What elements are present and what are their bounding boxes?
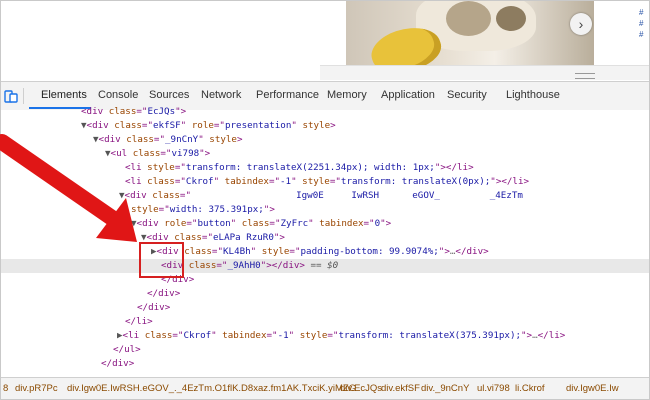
dom-node[interactable]: ▼<div role="button" class="ZyFrc" tabind… xyxy=(1,217,649,231)
collapse-triangle-icon[interactable]: ▼ xyxy=(131,218,137,229)
breadcrumb-item[interactable]: div.ekfSF xyxy=(381,383,420,394)
dom-node[interactable]: ▼<div class=" Igw0E IwRSH eGOV_ _4EzTm xyxy=(1,189,649,203)
dom-node[interactable]: <li class="Ckrof" tabindex="-1" style="t… xyxy=(1,175,649,189)
dom-tree: <div class="EcJQs"> ▼<div class="ekfSF" … xyxy=(1,106,649,375)
dom-node[interactable]: ▶<li class="Ckrof" tabindex="-1" style="… xyxy=(1,329,649,343)
collapse-triangle-icon[interactable]: ▼ xyxy=(105,148,111,159)
tab-lighthouse[interactable]: Lighthouse xyxy=(506,89,560,101)
red-highlight-box xyxy=(139,242,184,278)
screenshot-frame: › # # # Elements Console Sources Network… xyxy=(0,0,650,400)
tab-sources[interactable]: Sources xyxy=(149,89,189,101)
dom-node-continuation: style="width: 375.391px;"> xyxy=(131,204,275,215)
chevron-right-icon: › xyxy=(578,16,584,32)
dom-node[interactable]: <li style="transform: translateX(2251.34… xyxy=(1,161,649,175)
breadcrumb-item[interactable]: div.pR7Pc xyxy=(15,383,58,394)
cat-fur-patch xyxy=(446,1,491,36)
collapse-triangle-icon[interactable]: ▼ xyxy=(81,120,87,131)
tab-security[interactable]: Security xyxy=(447,89,487,101)
dom-node[interactable]: <div class="EcJQs"> xyxy=(1,105,649,119)
tab-separator xyxy=(23,88,24,104)
carousel-next-button[interactable]: › xyxy=(570,13,592,35)
dom-node[interactable]: ▼<div class="_9nCnY" style> xyxy=(1,133,649,147)
dom-close-tag[interactable]: </div> xyxy=(1,287,649,301)
expand-triangle-icon[interactable]: ▶ xyxy=(117,330,123,341)
dom-close-tag[interactable]: </li> xyxy=(1,315,649,329)
dom-node[interactable]: ▼<ul class="vi798"> xyxy=(1,147,649,161)
breadcrumb-item[interactable]: ul.vi798 xyxy=(477,383,510,394)
collapse-triangle-icon[interactable]: ▼ xyxy=(93,134,99,145)
tab-application[interactable]: Application xyxy=(381,89,435,101)
tab-performance[interactable]: Performance xyxy=(256,89,319,101)
device-toolbar-icon[interactable] xyxy=(4,89,18,103)
dom-node[interactable]: ▶<div class="KL4Bh" style="padding-botto… xyxy=(1,245,649,259)
side-hashtags: # # # xyxy=(639,8,644,39)
dom-breadcrumb-bar: 8 div.pR7Pc div.Igw0E.IwRSH.eGOV_._4EzTm… xyxy=(1,377,649,399)
tab-network[interactable]: Network xyxy=(201,89,241,101)
dom-node[interactable]: ▼<div class="ekfSF" role="presentation" … xyxy=(1,119,649,133)
breadcrumb-item[interactable]: div._9nCnY xyxy=(421,383,469,394)
breadcrumb-item[interactable]: div.Igw0E.Iw xyxy=(566,383,619,394)
cat-fur-patch-dark xyxy=(496,6,526,31)
breadcrumb-item[interactable]: div.EcJQs xyxy=(340,383,382,394)
cat-photo xyxy=(346,1,594,65)
dom-node[interactable]: ▼<div class="eLAPa RzuR0"> xyxy=(1,231,649,245)
breadcrumb-item[interactable]: div.Igw0E.IwRSH.eGOV_._4EzTm.O1flK.D8xaz… xyxy=(67,383,356,394)
breadcrumb-item[interactable]: li.Ckrof xyxy=(515,383,545,394)
panel-resize-handle[interactable] xyxy=(575,73,595,79)
dom-node-selected[interactable]: <div class="_9AhH0"></div> == $0 xyxy=(1,259,649,273)
tab-elements[interactable]: Elements xyxy=(41,89,87,101)
dom-close-tag[interactable]: </div> xyxy=(1,301,649,315)
tab-console[interactable]: Console xyxy=(98,89,138,101)
breadcrumb-item[interactable]: 8 xyxy=(3,383,8,394)
tab-memory[interactable]: Memory xyxy=(327,89,367,101)
dom-close-tag[interactable]: </div> xyxy=(1,273,649,287)
page-scroll-strip xyxy=(320,65,649,80)
collapse-triangle-icon[interactable]: ▼ xyxy=(119,190,125,201)
webpage-viewport: › # # # xyxy=(1,1,649,80)
dom-close-tag[interactable]: </div> xyxy=(1,357,649,371)
dom-close-tag[interactable]: </ul> xyxy=(1,343,649,357)
